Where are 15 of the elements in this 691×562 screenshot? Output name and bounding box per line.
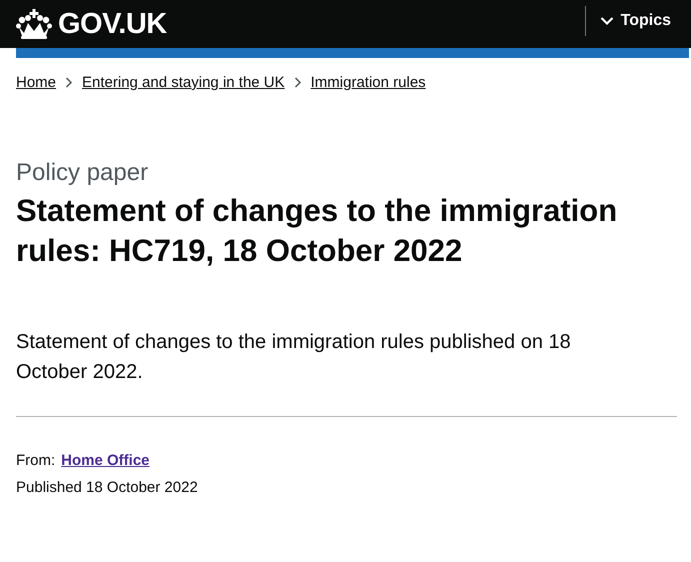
page-caption: Policy paper	[16, 159, 150, 187]
breadcrumb-link[interactable]: Entering and staying in the UK	[82, 74, 285, 91]
published-date: Published 18 October 2022	[16, 478, 199, 498]
site-logo[interactable]: GOV.UK	[58, 8, 167, 40]
breadcrumb-link[interactable]: Home	[16, 74, 56, 91]
crown-icon	[16, 9, 52, 39]
breadcrumb-link[interactable]: Immigration rules	[310, 74, 426, 91]
from-label: From:	[16, 452, 56, 469]
organisation-link[interactable]: Home Office	[61, 452, 150, 469]
chevron-right-icon	[294, 77, 302, 88]
page-title: Statement of changes to the immigration rules: HC719, 18 October 2022	[16, 192, 618, 270]
topics-menu-button[interactable]: Topics	[600, 8, 671, 34]
chevron-right-icon	[65, 77, 74, 88]
lead-paragraph: Statement of changes to the immigration rules published on 18 October 2022.	[16, 330, 572, 385]
chevron-down-icon	[600, 16, 614, 26]
